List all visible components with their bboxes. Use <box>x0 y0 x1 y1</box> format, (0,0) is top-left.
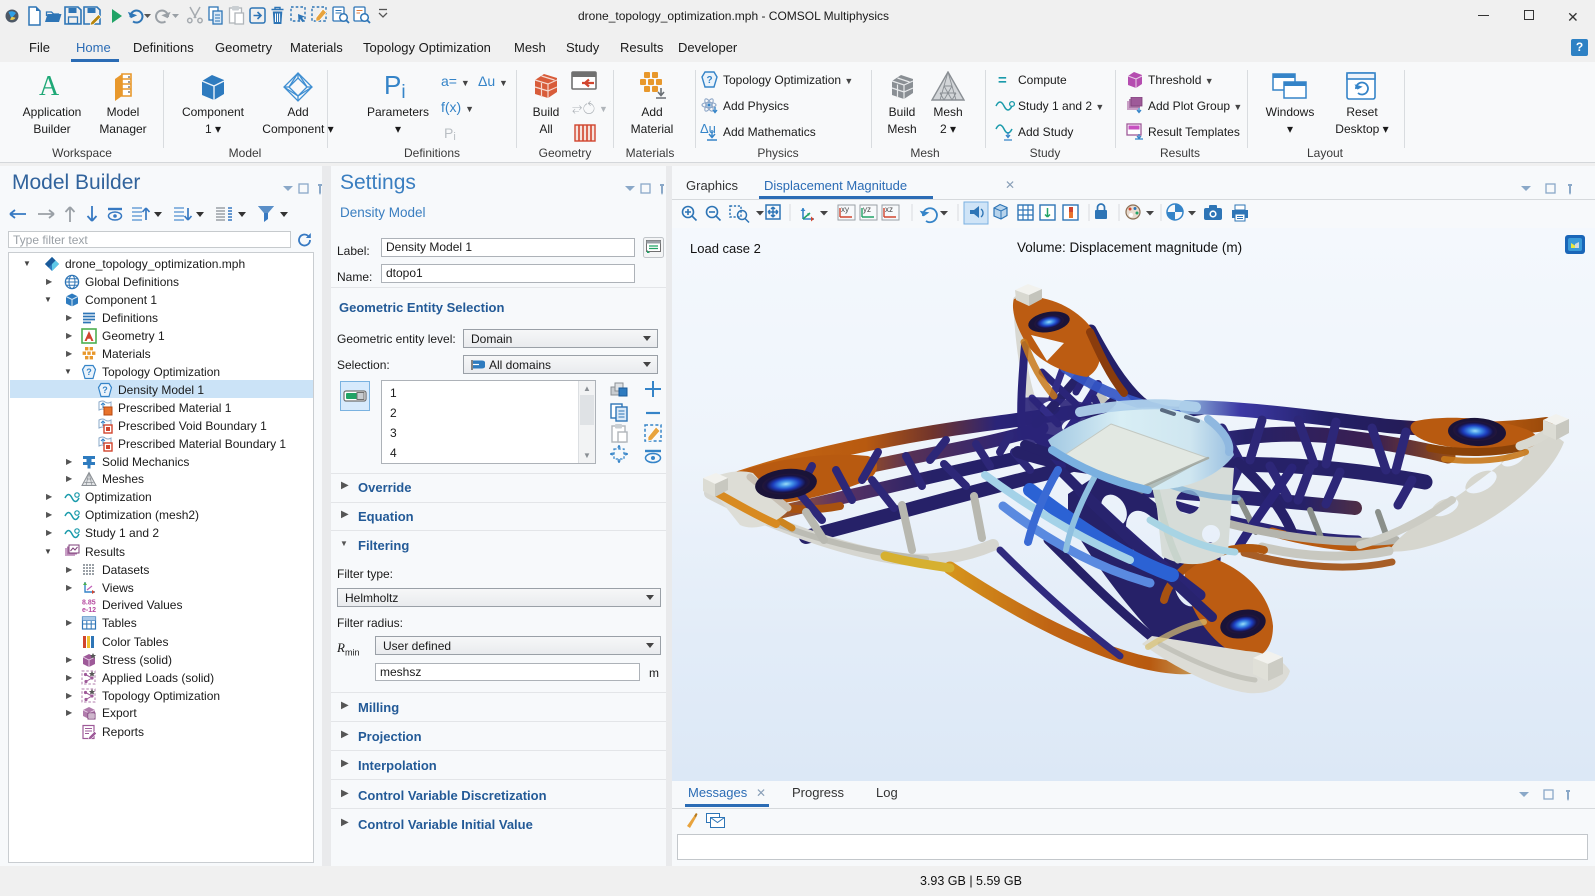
svg-text:e-12: e-12 <box>82 607 96 613</box>
svg-text:xz: xz <box>885 205 893 214</box>
svg-text:?: ? <box>102 385 108 395</box>
svg-text:yz: yz <box>863 205 871 214</box>
svg-text:8.85: 8.85 <box>82 600 96 607</box>
svg-text:?: ? <box>86 367 92 377</box>
svg-text:xy: xy <box>841 205 849 214</box>
svg-text:?: ? <box>706 75 712 86</box>
